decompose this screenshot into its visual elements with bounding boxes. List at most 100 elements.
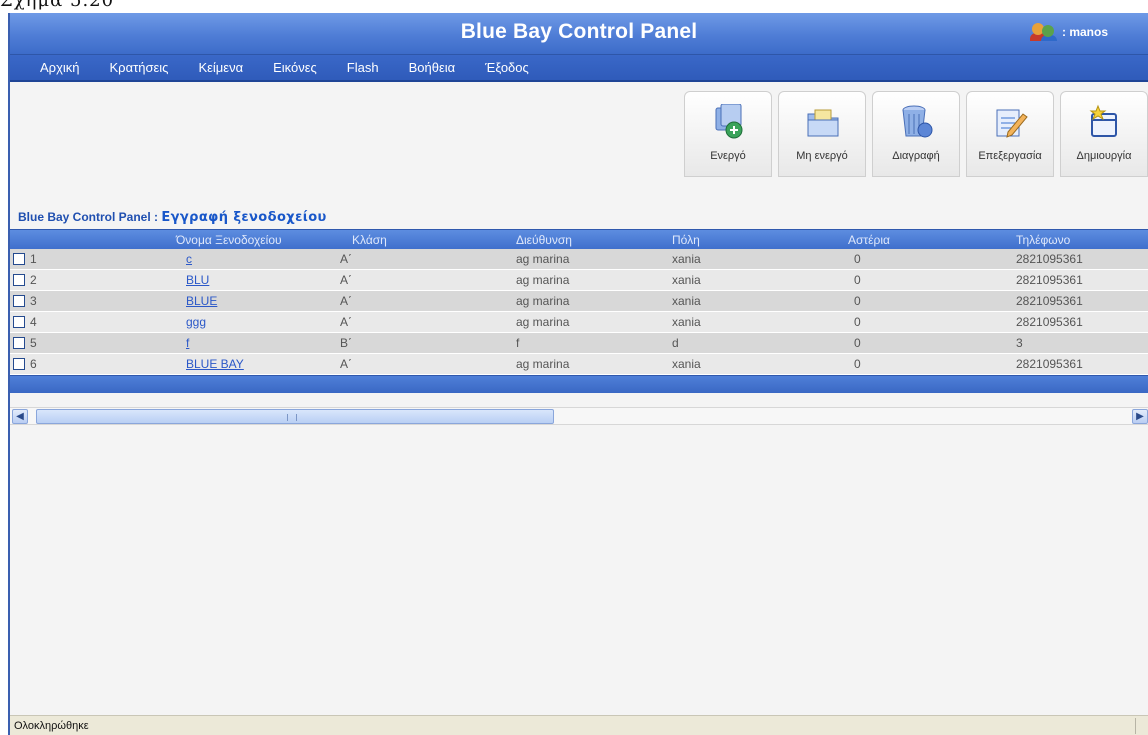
main-menu: Αρχική Κρατήσεις Κείμενα Εικόνες Flash Β… <box>10 55 1148 82</box>
cell-city: xania <box>672 357 701 371</box>
hotel-name-link[interactable]: BLU <box>186 273 209 287</box>
cell-phone: 2821095361 <box>1016 294 1083 308</box>
row-checkbox[interactable] <box>13 253 25 265</box>
cell-stars: 0 <box>854 357 861 371</box>
inactive-folder-icon <box>807 109 839 137</box>
col-class[interactable]: Κλάση <box>352 233 387 247</box>
delete-button[interactable]: Διαγραφή <box>872 91 960 177</box>
action-toolbar: Ενεργό Μη ενεργό Διαγραφή Επεξεργασία Δη… <box>678 91 1148 177</box>
cell-phone: 2821095361 <box>1016 273 1083 287</box>
cell-stars: 0 <box>854 252 861 266</box>
cell-city: xania <box>672 315 701 329</box>
title-bar: Blue Bay Control Panel : manos <box>10 13 1148 55</box>
hotel-name-link[interactable]: BLUE <box>186 294 217 308</box>
hotel-name-link[interactable]: c <box>186 252 192 266</box>
activate-button[interactable]: Ενεργό <box>684 91 772 177</box>
edit-button[interactable]: Επεξεργασία <box>966 91 1054 177</box>
cell-class: A΄ <box>340 252 352 266</box>
hotel-name-link[interactable]: BLUE BAY <box>186 357 244 371</box>
cell-class: A΄ <box>340 357 352 371</box>
menu-item-bookings[interactable]: Κρατήσεις <box>110 60 169 75</box>
scroll-grip-icon <box>287 414 297 421</box>
cell-phone: 2821095361 <box>1016 315 1083 329</box>
scroll-left-icon[interactable]: ◀ <box>12 409 28 424</box>
scrollbar-thumb[interactable] <box>36 409 554 424</box>
row-id: 4 <box>30 315 37 329</box>
table-row: 1 c A΄ ag marina xania 0 2821095361 <box>10 249 1148 270</box>
row-id: 5 <box>30 336 37 350</box>
create-icon <box>1089 104 1117 137</box>
cell-address: ag marina <box>516 252 570 266</box>
menu-item-images[interactable]: Εικόνες <box>273 60 317 75</box>
cell-address: ag marina <box>516 357 570 371</box>
cell-stars: 0 <box>854 336 861 350</box>
cell-class: A΄ <box>340 273 352 287</box>
row-id: 2 <box>30 273 37 287</box>
status-divider <box>1135 718 1136 734</box>
row-checkbox[interactable] <box>13 337 25 349</box>
hotel-name-link[interactable]: f <box>186 336 189 350</box>
page-heading: Blue Bay Control Panel : Εγγραφή ξενοδοχ… <box>18 210 327 225</box>
menu-item-logout[interactable]: Έξοδος <box>485 60 529 75</box>
hotels-table: Όνομα Ξενοδοχείου Κλάση Διεύθυνση Πόλη Α… <box>10 229 1148 393</box>
table-row: 4 ggg A΄ ag marina xania 0 2821095361 <box>10 312 1148 333</box>
cell-address: ag marina <box>516 294 570 308</box>
deactivate-button[interactable]: Μη ενεργό <box>778 91 866 177</box>
activate-label: Ενεργό <box>710 150 746 162</box>
table-footer <box>10 375 1148 393</box>
deactivate-label: Μη ενεργό <box>796 150 848 162</box>
menu-item-texts[interactable]: Κείμενα <box>198 60 243 75</box>
users-icon <box>1029 23 1058 41</box>
row-id: 6 <box>30 357 37 371</box>
cell-class: A΄ <box>340 315 352 329</box>
menu-item-help[interactable]: Βοήθεια <box>409 60 456 75</box>
cell-phone: 3 <box>1016 336 1023 350</box>
breadcrumb-prefix: Blue Bay Control Panel : <box>18 210 162 224</box>
row-checkbox[interactable] <box>13 274 25 286</box>
status-bar: Ολοκληρώθηκε <box>10 715 1148 735</box>
edit-icon <box>996 109 1028 138</box>
cell-phone: 2821095361 <box>1016 357 1083 371</box>
create-button[interactable]: Δημιουργία <box>1060 91 1148 177</box>
cell-stars: 0 <box>854 294 861 308</box>
hotel-name-link[interactable]: ggg <box>186 315 206 329</box>
create-label: Δημιουργία <box>1076 150 1132 162</box>
table-row: 2 BLU A΄ ag marina xania 0 2821095361 <box>10 270 1148 291</box>
col-address[interactable]: Διεύθυνση <box>516 233 572 247</box>
browser-window: Blue Bay Control Panel : manos Αρχική Κρ… <box>8 13 1148 735</box>
trash-icon <box>902 105 933 138</box>
table-header: Όνομα Ξενοδοχείου Κλάση Διεύθυνση Πόλη Α… <box>10 229 1148 249</box>
cell-class: A΄ <box>340 294 352 308</box>
cell-address: f <box>516 336 520 350</box>
menu-item-home[interactable]: Αρχική <box>40 60 80 75</box>
cell-city: d <box>672 336 679 350</box>
row-checkbox[interactable] <box>13 358 25 370</box>
cell-city: xania <box>672 252 701 266</box>
app-title: Blue Bay Control Panel <box>460 20 698 43</box>
active-icon <box>715 104 743 139</box>
col-stars[interactable]: Αστέρια <box>848 233 890 247</box>
table-row: 6 BLUE BAY A΄ ag marina xania 0 28210953… <box>10 354 1148 375</box>
status-text: Ολοκληρώθηκε <box>14 720 89 732</box>
user-name: : manos <box>1061 25 1108 39</box>
cell-city: xania <box>672 294 701 308</box>
table-row: 5 f B΄ f d 0 3 <box>10 333 1148 354</box>
edit-label: Επεξεργασία <box>978 150 1042 162</box>
figure-caption: Σχήμα 5.20 <box>0 0 115 11</box>
cell-city: xania <box>672 273 701 287</box>
horizontal-scrollbar[interactable]: ◀ ▶ <box>10 407 1148 425</box>
col-hotel-name[interactable]: Όνομα Ξενοδοχείου <box>176 233 282 247</box>
cell-address: ag marina <box>516 273 570 287</box>
row-checkbox[interactable] <box>13 295 25 307</box>
row-id: 1 <box>30 252 37 266</box>
page-title: Εγγραφή ξενοδοχείου <box>161 210 327 225</box>
table-row: 3 BLUE A΄ ag marina xania 0 2821095361 <box>10 291 1148 312</box>
user-box: : manos <box>1029 23 1108 41</box>
delete-label: Διαγραφή <box>892 150 940 162</box>
col-city[interactable]: Πόλη <box>672 233 700 247</box>
scroll-right-icon[interactable]: ▶ <box>1132 409 1148 424</box>
row-id: 3 <box>30 294 37 308</box>
row-checkbox[interactable] <box>13 316 25 328</box>
menu-item-flash[interactable]: Flash <box>347 60 379 75</box>
col-phone[interactable]: Τηλέφωνο <box>1016 233 1070 247</box>
